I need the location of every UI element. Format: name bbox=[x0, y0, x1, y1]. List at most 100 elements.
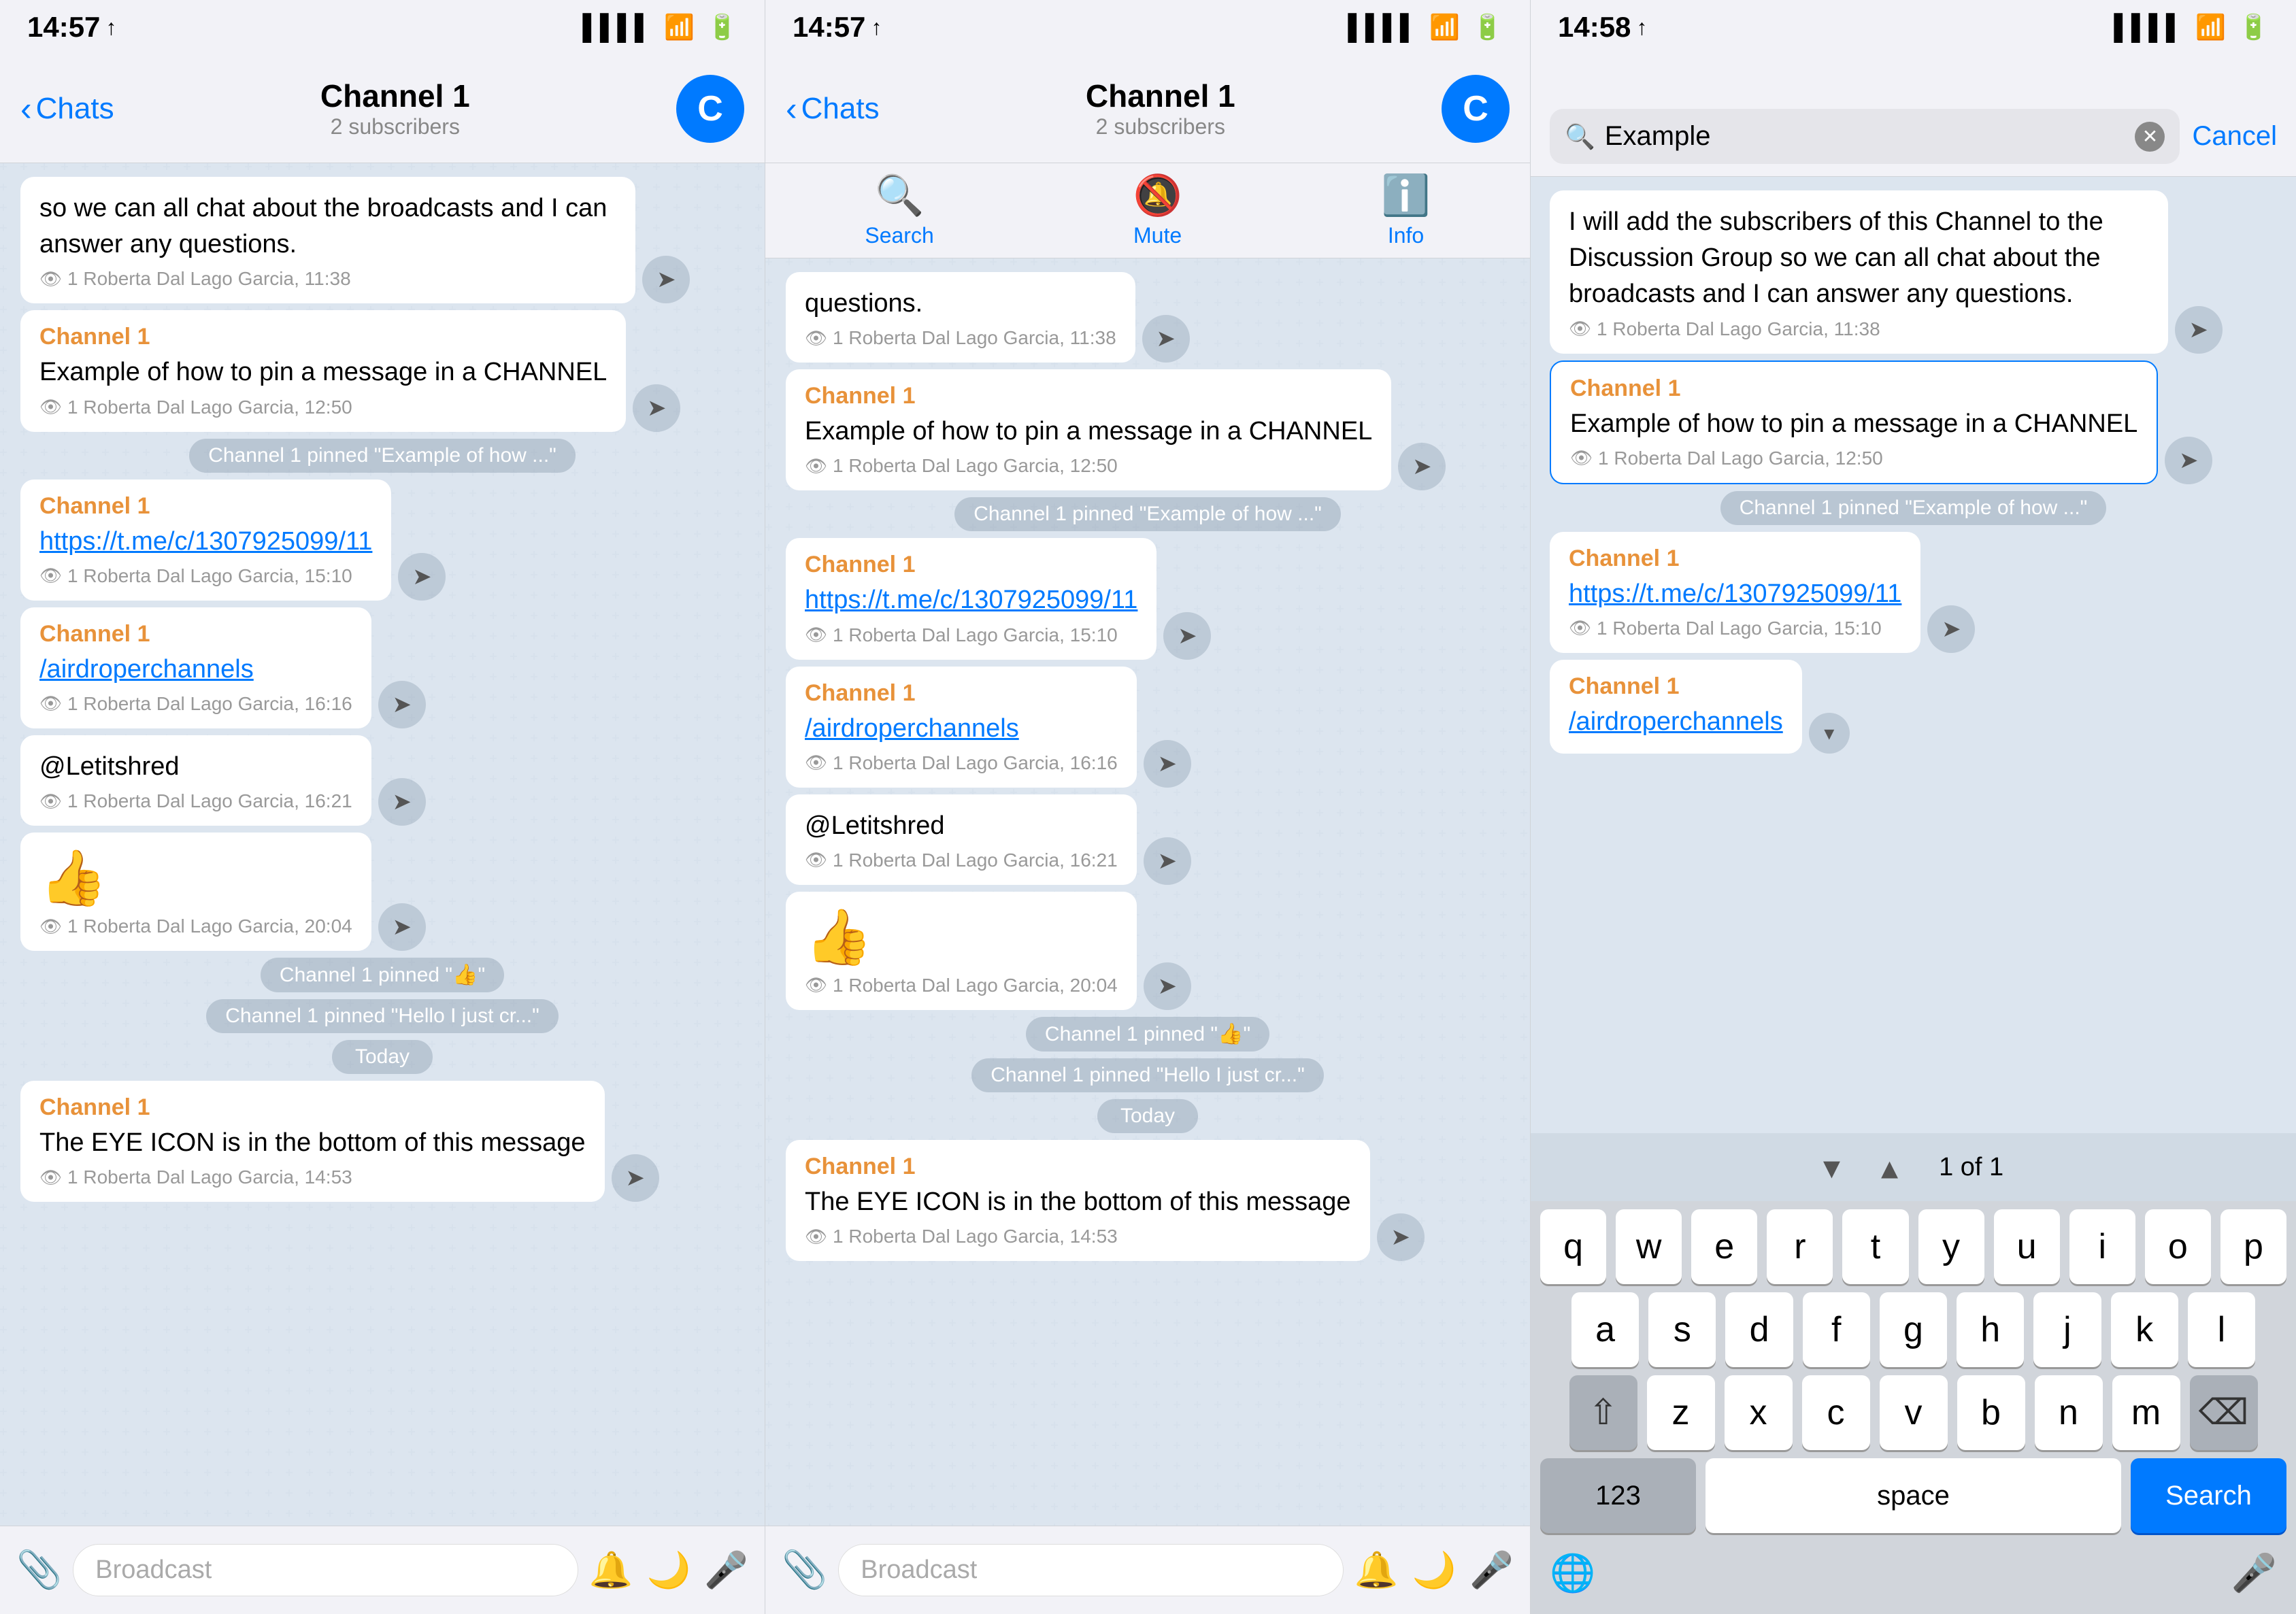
message-bubble: so we can all chat about the broadcasts … bbox=[20, 177, 635, 303]
list-item: Channel 1 Example of how to pin a messag… bbox=[786, 369, 1510, 490]
forward-button[interactable]: ➤ bbox=[2165, 437, 2212, 484]
message-bubble: @Letitshred 👁 1 Roberta Dal Lago Garcia,… bbox=[20, 735, 371, 826]
next-result-button[interactable]: ▴ bbox=[1881, 1147, 1898, 1187]
back-button-1[interactable]: ‹ Chats bbox=[20, 89, 114, 129]
key-s[interactable]: s bbox=[1648, 1292, 1716, 1367]
chat-header-2: ‹ Chats Channel 1 2 subscribers C bbox=[765, 54, 1530, 163]
key-p[interactable]: p bbox=[2220, 1209, 2286, 1284]
broadcast-input-2[interactable]: Broadcast bbox=[838, 1544, 1344, 1596]
key-i[interactable]: i bbox=[2069, 1209, 2135, 1284]
forward-button[interactable]: ➤ bbox=[398, 553, 446, 601]
moon-icon-1[interactable]: 🌙 bbox=[647, 1549, 691, 1591]
forward-button[interactable]: ➤ bbox=[1163, 612, 1211, 660]
toolbar-search[interactable]: 🔍 Search bbox=[865, 173, 933, 248]
forward-button[interactable]: ➤ bbox=[378, 681, 426, 728]
key-g[interactable]: g bbox=[1880, 1292, 1947, 1367]
search-input-3[interactable]: Example bbox=[1605, 121, 2126, 152]
list-item: I will add the subscribers of this Chann… bbox=[1550, 190, 2277, 354]
key-q[interactable]: q bbox=[1540, 1209, 1606, 1284]
prev-result-button[interactable]: ▾ bbox=[1823, 1147, 1840, 1187]
key-space[interactable]: space bbox=[1706, 1458, 2121, 1533]
message-bubble: @Letitshred 👁 1 Roberta Dal Lago Garcia,… bbox=[786, 794, 1137, 885]
forward-button[interactable]: ➤ bbox=[633, 384, 680, 432]
moon-icon-2[interactable]: 🌙 bbox=[1412, 1549, 1457, 1591]
key-z[interactable]: z bbox=[1647, 1375, 1715, 1450]
search-clear-button[interactable]: ✕ bbox=[2135, 122, 2165, 152]
forward-button[interactable]: ➤ bbox=[1142, 315, 1190, 363]
chat-header-1: ‹ Chats Channel 1 2 subscribers C bbox=[0, 54, 765, 163]
forward-button[interactable]: ➤ bbox=[1398, 443, 1446, 490]
key-y[interactable]: y bbox=[1918, 1209, 1984, 1284]
list-item: Channel 1 Example of how to pin a messag… bbox=[20, 310, 744, 431]
key-o[interactable]: o bbox=[2145, 1209, 2211, 1284]
mic-icon-2[interactable]: 🎤 bbox=[1469, 1549, 1514, 1591]
notification-icon-1[interactable]: 🔔 bbox=[589, 1549, 633, 1591]
pin-notice: Channel 1 pinned "Example of how ..." bbox=[954, 497, 1341, 531]
mic-icon-1[interactable]: 🎤 bbox=[704, 1549, 748, 1591]
forward-button[interactable]: ➤ bbox=[1144, 962, 1191, 1010]
key-123[interactable]: 123 bbox=[1540, 1458, 1696, 1533]
forward-button[interactable]: ➤ bbox=[612, 1154, 659, 1202]
key-b[interactable]: b bbox=[1957, 1375, 2025, 1450]
forward-button[interactable]: ➤ bbox=[378, 778, 426, 826]
key-x[interactable]: x bbox=[1725, 1375, 1793, 1450]
pin-notice: Channel 1 pinned "👍" bbox=[1026, 1017, 1269, 1052]
key-j[interactable]: j bbox=[2033, 1292, 2101, 1367]
key-a[interactable]: a bbox=[1571, 1292, 1639, 1367]
channel-avatar-2[interactable]: C bbox=[1442, 75, 1510, 143]
info-icon-toolbar: ℹ️ bbox=[1381, 173, 1430, 219]
key-e[interactable]: e bbox=[1691, 1209, 1757, 1284]
chevron-down-icon[interactable]: ▾ bbox=[1809, 713, 1850, 754]
keyboard-3: q w e r t y u i o p a s d f g h j k l ⇧ … bbox=[1531, 1201, 2296, 1614]
cancel-search-button[interactable]: Cancel bbox=[2192, 121, 2277, 152]
key-m[interactable]: m bbox=[2112, 1375, 2180, 1450]
mic-icon-keyboard[interactable]: 🎤 bbox=[2231, 1552, 2277, 1595]
key-k[interactable]: k bbox=[2111, 1292, 2178, 1367]
key-h[interactable]: h bbox=[1957, 1292, 2024, 1367]
key-t[interactable]: t bbox=[1842, 1209, 1908, 1284]
messages-area-1: so we can all chat about the broadcasts … bbox=[0, 163, 765, 1526]
forward-button[interactable]: ➤ bbox=[642, 256, 690, 303]
search-icon-toolbar: 🔍 bbox=[875, 173, 924, 219]
list-item: Channel 1 /airdroperchannels 👁 1 Roberta… bbox=[20, 607, 744, 728]
key-u[interactable]: u bbox=[1994, 1209, 2060, 1284]
forward-button[interactable]: ➤ bbox=[378, 903, 426, 951]
keyboard-row-4: 123 space Search bbox=[1531, 1450, 2296, 1543]
key-r[interactable]: r bbox=[1767, 1209, 1833, 1284]
key-search[interactable]: Search bbox=[2131, 1458, 2286, 1533]
mute-icon-toolbar: 🔕 bbox=[1133, 173, 1182, 219]
toolbar-mute[interactable]: 🔕 Mute bbox=[1133, 173, 1182, 248]
attach-button-2[interactable]: 📎 bbox=[782, 1549, 827, 1592]
key-delete[interactable]: ⌫ bbox=[2190, 1375, 2258, 1450]
forward-button[interactable]: ➤ bbox=[1927, 605, 1975, 653]
forward-button[interactable]: ➤ bbox=[1144, 740, 1191, 788]
key-c[interactable]: c bbox=[1802, 1375, 1870, 1450]
key-shift[interactable]: ⇧ bbox=[1569, 1375, 1637, 1450]
channel-avatar-1[interactable]: C bbox=[676, 75, 744, 143]
key-f[interactable]: f bbox=[1803, 1292, 1870, 1367]
key-d[interactable]: d bbox=[1725, 1292, 1793, 1367]
broadcast-input-1[interactable]: Broadcast bbox=[73, 1544, 578, 1596]
list-item: Channel 1 The EYE ICON is in the bottom … bbox=[786, 1140, 1510, 1261]
forward-button[interactable]: ➤ bbox=[1377, 1213, 1425, 1261]
forward-button[interactable]: ➤ bbox=[1144, 837, 1191, 885]
list-item: Channel 1 https://t.me/c/1307925099/11 👁… bbox=[786, 538, 1510, 659]
attach-button-1[interactable]: 📎 bbox=[16, 1549, 62, 1592]
key-n[interactable]: n bbox=[2035, 1375, 2103, 1450]
key-v[interactable]: v bbox=[1880, 1375, 1948, 1450]
keyboard-row-2: a s d f g h j k l bbox=[1531, 1284, 2296, 1367]
search-box-3[interactable]: 🔍 Example ✕ bbox=[1550, 109, 2180, 164]
back-button-2[interactable]: ‹ Chats bbox=[786, 89, 880, 129]
notification-icon-2[interactable]: 🔔 bbox=[1354, 1549, 1399, 1591]
battery-icon-1: 🔋 bbox=[707, 13, 737, 41]
key-l[interactable]: l bbox=[2188, 1292, 2255, 1367]
globe-icon[interactable]: 🌐 bbox=[1550, 1552, 1595, 1595]
key-w[interactable]: w bbox=[1616, 1209, 1682, 1284]
message-bubble-highlighted: Channel 1 Example of how to pin a messag… bbox=[1550, 360, 2158, 484]
forward-button[interactable]: ➤ bbox=[2175, 306, 2223, 354]
toolbar-info[interactable]: ℹ️ Info bbox=[1381, 173, 1430, 248]
toolbar-info-label: Info bbox=[1388, 223, 1424, 248]
toolbar-search-label: Search bbox=[865, 223, 933, 248]
signal-icon-3: ▌▌▌▌ bbox=[2114, 13, 2183, 41]
bottom-bar-1: 📎 Broadcast 🔔 🌙 🎤 bbox=[0, 1526, 765, 1614]
